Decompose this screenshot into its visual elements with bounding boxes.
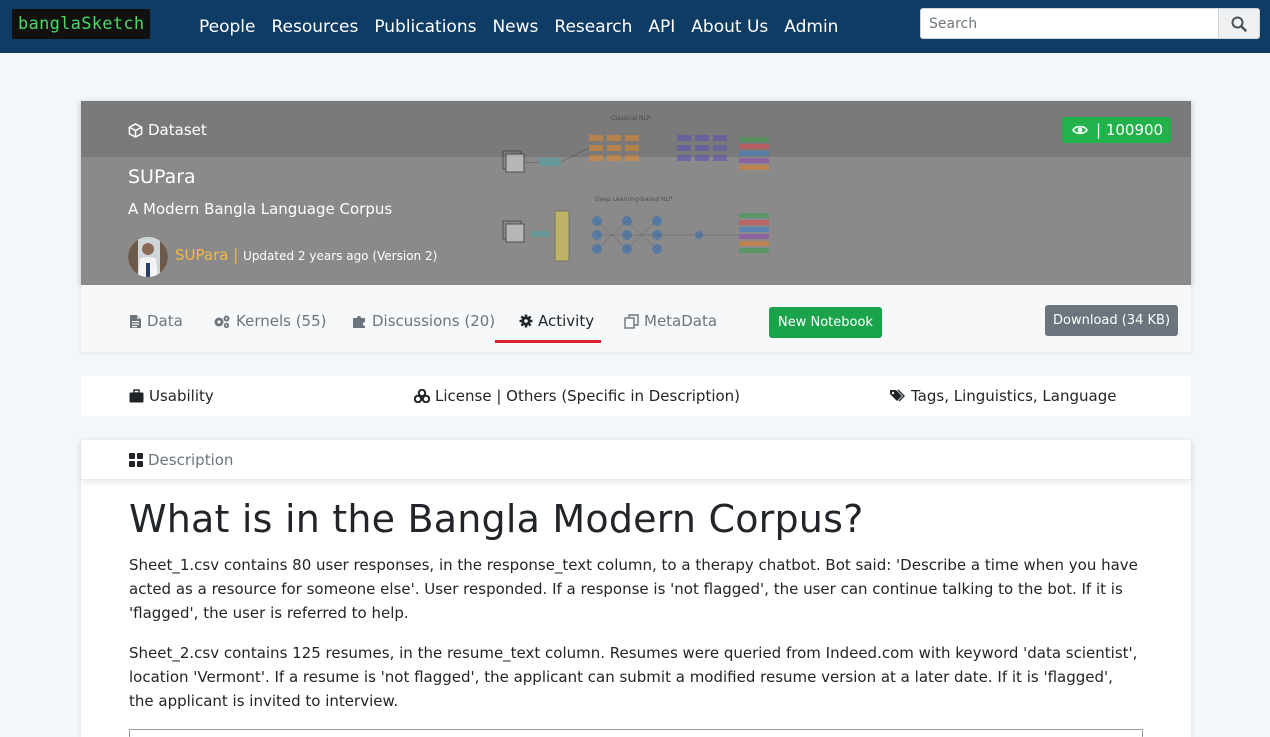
search-icon — [1231, 16, 1247, 32]
tags-text: Tags, Linguistics, Language — [911, 387, 1117, 405]
dataset-cover-image: Classical NLP Deep Learning-based NLP — [502, 115, 769, 262]
description-label: Description — [148, 451, 234, 469]
description-card: Description What is in the Bangla Modern… — [81, 440, 1191, 737]
nav-link-admin[interactable]: Admin — [784, 17, 838, 37]
tab-metadata[interactable]: MetaData — [624, 312, 717, 330]
description-paragraph: Sheet_2.csv contains 125 resumes, in the… — [129, 644, 1138, 710]
tab-activity[interactable]: Activity — [519, 312, 594, 330]
tab-metadata-label: MetaData — [644, 312, 718, 330]
active-tab-indicator — [495, 340, 601, 343]
dataset-subtitle: A Modern Bangla Language Corpus — [128, 200, 393, 218]
eye-icon — [1072, 125, 1088, 135]
description-paragraph: Sheet_1.csv contains 80 user responses, … — [129, 556, 1138, 622]
tab-discussions[interactable]: Discussions (20) — [352, 312, 495, 330]
description-heading: What is in the Bangla Modern Corpus? — [129, 497, 864, 541]
dataset-type-label: Dataset — [128, 121, 207, 139]
figure-label-deep: Deep Learning-based NLP — [595, 196, 673, 203]
nav-link-people[interactable]: People — [199, 17, 255, 37]
copy-icon — [624, 313, 639, 329]
nav-link-publications[interactable]: Publications — [374, 17, 476, 37]
usability-item: Usability — [129, 387, 214, 405]
search-form — [920, 8, 1260, 39]
tags-item: Tags, Linguistics, Language — [889, 387, 1116, 405]
description-tab[interactable]: Description — [129, 451, 233, 469]
dataset-header: Classical NLP Deep Learning-based NLP Da… — [81, 101, 1191, 285]
views-count: | 100900 — [1096, 121, 1164, 139]
gear-icon — [519, 314, 533, 328]
tab-data[interactable]: Data — [129, 312, 183, 330]
tab-data-label: Data — [147, 312, 183, 330]
description-table-frame — [129, 729, 1143, 737]
tab-activity-label: Activity — [538, 312, 595, 330]
briefcase-icon — [129, 389, 144, 403]
file-icon — [130, 314, 141, 328]
owner-link[interactable]: SUPara | — [175, 246, 238, 264]
cube-icon — [128, 122, 143, 138]
usability-label: Usability — [149, 387, 214, 405]
figure-label-classical: Classical NLP — [611, 115, 651, 122]
owner-avatar[interactable] — [128, 237, 168, 277]
tab-kernels[interactable]: Kernels (55) — [213, 312, 327, 330]
nav-link-api[interactable]: API — [648, 17, 675, 37]
tab-discussions-label: Discussions (20) — [372, 312, 496, 330]
search-button[interactable] — [1219, 8, 1260, 39]
grid-icon — [129, 453, 143, 467]
update-meta: Updated 2 years ago (Version 2) — [243, 249, 438, 263]
owner-line: SUPara | Updated 2 years ago (Version 2) — [175, 246, 437, 264]
gears-icon — [214, 315, 230, 328]
nav-links: People Resources Publications News Resea… — [199, 0, 854, 53]
biohazard-license-icon — [414, 389, 430, 403]
puzzle-icon — [353, 315, 365, 328]
nav-link-research[interactable]: Research — [554, 17, 632, 37]
dataset-info-bar: Usability License | Others (Specific in … — [81, 376, 1191, 416]
top-navbar: banglaSketch People Resources Publicatio… — [0, 0, 1270, 53]
views-badge: | 100900 — [1062, 117, 1172, 143]
dataset-tabs: Data Kernels (55) Discussions (20) Activ… — [81, 285, 1191, 352]
nav-link-about-us[interactable]: About Us — [691, 17, 768, 37]
license-item: License | Others (Specific in Descriptio… — [414, 387, 740, 405]
search-input[interactable] — [920, 8, 1219, 39]
person-avatar-icon — [128, 237, 168, 277]
dataset-type-text: Dataset — [148, 121, 207, 139]
download-button[interactable]: Download (34 KB) — [1045, 305, 1179, 336]
license-text: License | Others (Specific in Descriptio… — [435, 387, 741, 405]
tab-kernels-label: Kernels (55) — [236, 312, 327, 330]
dataset-title: SUPara — [128, 166, 196, 188]
nav-link-resources[interactable]: Resources — [271, 17, 358, 37]
tags-icon — [890, 389, 905, 402]
nav-link-news[interactable]: News — [492, 17, 538, 37]
brand-logo[interactable]: banglaSketch — [12, 9, 151, 39]
new-notebook-button[interactable]: New Notebook — [769, 307, 882, 338]
description-header: Description — [81, 440, 1191, 480]
